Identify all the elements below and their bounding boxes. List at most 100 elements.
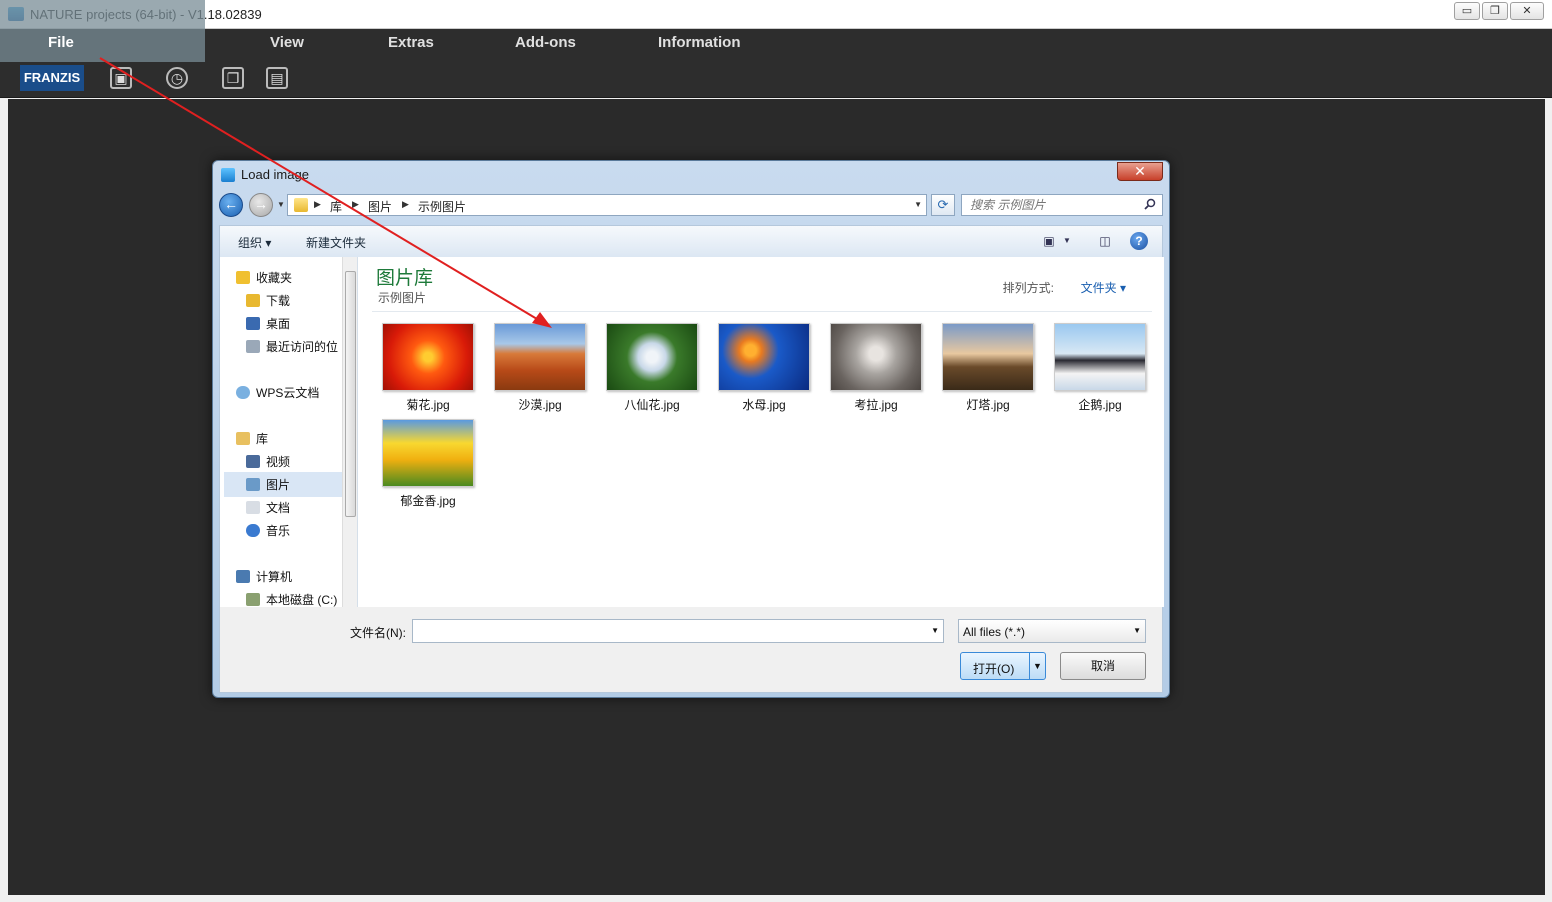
search-input[interactable] (962, 195, 1142, 215)
window-controls: ▭ ❐ ✕ (1454, 2, 1544, 20)
file-item[interactable]: 菊花.jpg (382, 323, 474, 413)
file-type-dropdown-icon[interactable]: ▼ (1133, 626, 1141, 635)
toolbar: FRANZIS ▣ ◷ ❐ ▤ (0, 59, 1552, 98)
dialog-title: Load image (241, 167, 309, 182)
history-dropdown-icon[interactable]: ▼ (277, 200, 285, 209)
file-item[interactable]: 郁金香.jpg (382, 419, 474, 509)
chevron-right-icon[interactable]: ▶ (352, 199, 359, 210)
file-item[interactable]: 水母.jpg (718, 323, 810, 413)
address-dropdown-icon[interactable]: ▼ (914, 200, 922, 209)
disk-icon (246, 593, 260, 606)
nav-wps[interactable]: WPS云文档 (236, 384, 319, 401)
nav-library-label: 库 (256, 432, 269, 446)
nav-computer-label: 计算机 (256, 570, 293, 584)
maximize-button[interactable]: ❐ (1482, 2, 1508, 20)
nav-scrollbar[interactable] (342, 257, 357, 607)
nav-library[interactable]: 库 (236, 430, 268, 447)
view-dropdown-icon[interactable]: ▼ (1058, 232, 1076, 250)
file-item[interactable]: 企鹅.jpg (1054, 323, 1146, 413)
library-title: 图片库 (376, 268, 434, 289)
cloud-icon (236, 386, 250, 399)
breadcrumb-sample-pictures[interactable]: 示例图片 (418, 198, 466, 215)
menu-information[interactable]: Information (658, 34, 741, 51)
forward-button[interactable]: → (249, 193, 273, 217)
nav-computer[interactable]: 计算机 (236, 568, 292, 585)
menu-add-ons[interactable]: Add-ons (515, 34, 576, 51)
nav-downloads[interactable]: 下载 (246, 292, 290, 309)
menu-bar: View Extras Add-ons Information (0, 29, 1552, 59)
minimize-button[interactable]: ▭ (1454, 2, 1480, 20)
menu-file[interactable]: File (48, 34, 74, 51)
jellyfish-thumbnail (718, 323, 810, 391)
open-button[interactable]: 打开(O) ▼ (960, 652, 1046, 680)
preview-pane-icon[interactable]: ◫ (1096, 232, 1114, 250)
history-icon[interactable]: ◷ (166, 67, 188, 89)
view-options-icon[interactable]: ▣ (1040, 232, 1058, 250)
menu-view[interactable]: View (270, 34, 304, 51)
organize-button[interactable]: 组织 ▾ (238, 234, 271, 251)
nav-documents[interactable]: 文档 (246, 499, 290, 516)
nav-videos[interactable]: 视频 (246, 453, 290, 470)
nav-videos-label: 视频 (266, 455, 291, 469)
nav-scroll-thumb[interactable] (345, 271, 356, 517)
nav-favorites[interactable]: 收藏夹 (236, 269, 292, 286)
nav-documents-label: 文档 (266, 501, 291, 515)
file-name: 考拉.jpg (854, 398, 898, 412)
star-icon (236, 271, 250, 284)
clapperboard-icon[interactable]: ▤ (266, 67, 288, 89)
file-menu-highlight (0, 0, 205, 62)
folder-icon (294, 198, 308, 212)
recent-places-icon (246, 340, 260, 353)
file-item[interactable]: 考拉.jpg (830, 323, 922, 413)
nav-recent[interactable]: 最近访问的位 (246, 338, 338, 355)
sort-dropdown[interactable]: 文件夹 ▾ (1081, 279, 1126, 296)
file-item[interactable]: 灯塔.jpg (942, 323, 1034, 413)
desktop-icon (246, 317, 260, 330)
file-name: 菊花.jpg (406, 398, 450, 412)
nav-favorites-label: 收藏夹 (256, 271, 293, 285)
franzis-logo: FRANZIS (20, 65, 84, 91)
search-icon[interactable] (1144, 198, 1156, 210)
lighthouse-thumbnail (942, 323, 1034, 391)
penguins-thumbnail (1054, 323, 1146, 391)
new-folder-button[interactable]: 新建文件夹 (306, 234, 366, 251)
nav-desktop-label: 桌面 (266, 317, 291, 331)
close-button[interactable]: ✕ (1510, 2, 1544, 20)
back-button[interactable]: ← (219, 193, 243, 217)
sort-label: 排列方式: (1002, 281, 1054, 295)
chevron-right-icon[interactable]: ▶ (314, 199, 321, 210)
file-type-select[interactable]: All files (*.*) ▼ (958, 619, 1146, 643)
help-icon[interactable]: ? (1130, 232, 1148, 250)
title-bar: NATURE projects (64-bit) - V1.18.02839 ▭… (0, 0, 1552, 29)
library-subtitle: 示例图片 (378, 291, 427, 305)
nav-desktop[interactable]: 桌面 (246, 315, 290, 332)
search-box[interactable] (961, 194, 1163, 216)
nav-music[interactable]: 音乐 (246, 522, 290, 539)
breadcrumb-pictures[interactable]: 图片 (368, 198, 392, 215)
filename-field[interactable]: ▼ (412, 619, 944, 643)
desert-thumbnail (494, 323, 586, 391)
nav-local-disk[interactable]: 本地磁盘 (C:) (246, 591, 337, 608)
nav-pictures[interactable]: 图片 (224, 472, 342, 497)
cancel-button[interactable]: 取消 (1060, 652, 1146, 680)
nav-recent-label: 最近访问的位 (266, 340, 339, 354)
load-image-icon[interactable]: ▣ (110, 67, 132, 89)
breadcrumb-library[interactable]: 库 (330, 198, 342, 215)
file-item[interactable]: 八仙花.jpg (606, 323, 698, 413)
content-divider (372, 311, 1152, 312)
chevron-right-icon[interactable]: ▶ (402, 199, 409, 210)
pictures-icon (246, 478, 260, 491)
command-bar: 组织 ▾ 新建文件夹 ▣ ▼ ◫ ? (219, 225, 1163, 257)
video-icon (246, 455, 260, 468)
dialog-icon (221, 168, 235, 182)
koala-thumbnail (830, 323, 922, 391)
filename-dropdown-icon[interactable]: ▼ (931, 626, 939, 635)
open-options-dropdown-icon[interactable]: ▼ (1029, 653, 1045, 679)
refresh-button[interactable]: ⟳ (931, 194, 955, 216)
address-bar[interactable]: ▶ 库 ▶ 图片 ▶ 示例图片 ▼ (287, 194, 927, 216)
menu-extras[interactable]: Extras (388, 34, 434, 51)
dialog-close-button[interactable]: ✕ (1117, 162, 1163, 181)
filename-input[interactable] (413, 620, 923, 642)
batch-icon[interactable]: ❐ (222, 67, 244, 89)
file-item[interactable]: 沙漠.jpg (494, 323, 586, 413)
